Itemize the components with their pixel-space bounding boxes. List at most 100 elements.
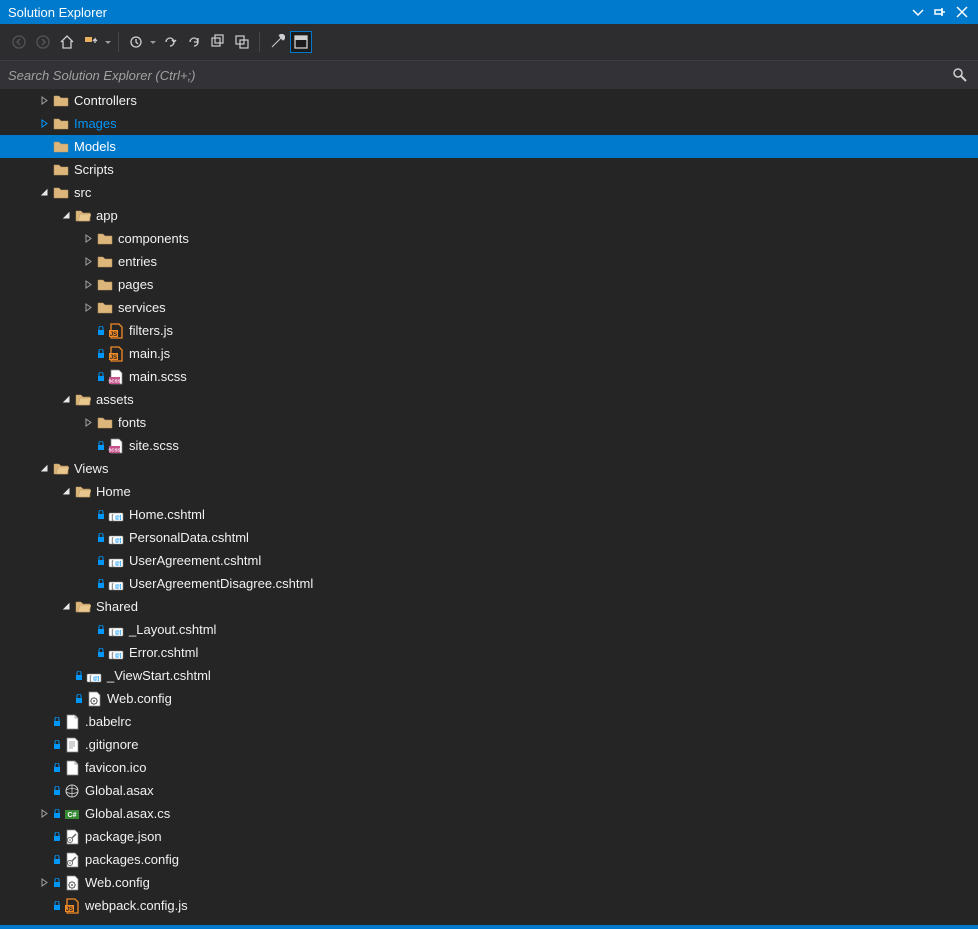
show-all-button[interactable] — [231, 31, 253, 53]
pending-dropdown[interactable] — [149, 41, 157, 44]
folder-o-icon — [74, 598, 92, 616]
tree-item[interactable]: [@] PersonalData.cshtml — [0, 526, 978, 549]
svg-text:@]: @] — [115, 584, 122, 590]
folder-icon — [96, 253, 114, 271]
tree-item[interactable]: SCSSsite.scss — [0, 434, 978, 457]
tree-item[interactable]: C#Global.asax.cs — [0, 802, 978, 825]
pending-button[interactable] — [125, 31, 147, 53]
tree-item[interactable]: fonts — [0, 411, 978, 434]
svg-text:JS: JS — [66, 907, 73, 913]
sync-button[interactable] — [80, 31, 102, 53]
tree-item[interactable]: JSwebpack.config.js — [0, 894, 978, 917]
tree-item[interactable]: components — [0, 227, 978, 250]
tree-item[interactable]: [@]Home.cshtml — [0, 503, 978, 526]
svg-text:[: [ — [90, 676, 92, 682]
tree-item[interactable]: Models — [0, 135, 978, 158]
lock-icon — [96, 370, 106, 384]
js-icon: JS — [63, 897, 81, 915]
tree-item[interactable]: Global.asax — [0, 779, 978, 802]
chevron-right-icon[interactable] — [80, 254, 96, 270]
tree-item[interactable]: entries — [0, 250, 978, 273]
tree-item-label: Views — [74, 461, 108, 476]
tree-item-label: Models — [74, 139, 116, 154]
forward-button[interactable] — [32, 31, 54, 53]
chevron-right-icon[interactable] — [36, 93, 52, 109]
tree-item-label: package.json — [85, 829, 162, 844]
sync-dropdown[interactable] — [104, 41, 112, 44]
svg-text:[: [ — [112, 630, 114, 636]
tree-item[interactable]: app — [0, 204, 978, 227]
tree-item[interactable]: favicon.ico — [0, 756, 978, 779]
lock-icon — [52, 830, 62, 844]
svg-text:[: [ — [112, 538, 114, 544]
chevron-down-icon[interactable] — [58, 392, 74, 408]
tree-item[interactable]: assets — [0, 388, 978, 411]
refresh-button[interactable] — [183, 31, 205, 53]
svg-text:@]: @] — [115, 538, 122, 544]
folder-icon — [96, 276, 114, 294]
close-icon[interactable] — [954, 4, 970, 20]
tree-item[interactable]: [@]UserAgreement.cshtml — [0, 549, 978, 572]
tree-item[interactable]: packages.config — [0, 848, 978, 871]
folder-icon — [52, 115, 70, 133]
lock-icon — [96, 347, 106, 361]
tree-item[interactable]: src — [0, 181, 978, 204]
tree-item[interactable]: Home — [0, 480, 978, 503]
folder-o-icon — [74, 391, 92, 409]
chevron-down-icon[interactable] — [58, 599, 74, 615]
tree-item-label: Home — [96, 484, 131, 499]
tree-item[interactable]: [@]UserAgreementDisagree.cshtml — [0, 572, 978, 595]
js-icon: JS — [107, 345, 125, 363]
home-button[interactable] — [56, 31, 78, 53]
tree-item[interactable]: [@]_Layout.cshtml — [0, 618, 978, 641]
dropdown-icon[interactable] — [910, 4, 926, 20]
tree-item[interactable]: Views — [0, 457, 978, 480]
chevron-right-icon[interactable] — [80, 415, 96, 431]
tree-item[interactable]: Scripts — [0, 158, 978, 181]
tree-item[interactable]: [@]Error.cshtml — [0, 641, 978, 664]
tree-item[interactable]: Controllers — [0, 89, 978, 112]
properties-button[interactable] — [266, 31, 288, 53]
tree-item[interactable]: package.json — [0, 825, 978, 848]
chevron-right-icon[interactable] — [36, 875, 52, 891]
tree-item[interactable]: .babelrc — [0, 710, 978, 733]
back-button[interactable] — [8, 31, 30, 53]
chevron-down-icon[interactable] — [36, 185, 52, 201]
panel-title: Solution Explorer — [8, 5, 910, 20]
tree-item[interactable]: JSfilters.js — [0, 319, 978, 342]
file-icon — [63, 759, 81, 777]
chevron-right-icon[interactable] — [80, 300, 96, 316]
svg-text:C#: C# — [68, 812, 77, 819]
tree-item-label: src — [74, 185, 91, 200]
tree-item[interactable]: Web.config — [0, 871, 978, 894]
solution-tree[interactable]: ControllersImages Models Scripts src appcomp… — [0, 89, 978, 925]
tree-item[interactable]: .gitignore — [0, 733, 978, 756]
pin-icon[interactable] — [932, 4, 948, 20]
json-icon — [63, 851, 81, 869]
chevron-right-icon[interactable] — [36, 806, 52, 822]
undo-button[interactable] — [159, 31, 181, 53]
search-icon[interactable] — [950, 65, 970, 85]
preview-button[interactable] — [290, 31, 312, 53]
search-input[interactable] — [8, 68, 950, 83]
tree-item[interactable]: JSmain.js — [0, 342, 978, 365]
tree-item-label: PersonalData.cshtml — [129, 530, 249, 545]
tree-item[interactable]: Shared — [0, 595, 978, 618]
js-icon: JS — [107, 322, 125, 340]
chevron-right-icon[interactable] — [80, 277, 96, 293]
chevron-down-icon[interactable] — [36, 461, 52, 477]
collapse-all-button[interactable] — [207, 31, 229, 53]
tree-item[interactable]: SCSSmain.scss — [0, 365, 978, 388]
chevron-right-icon[interactable] — [80, 231, 96, 247]
tree-item[interactable]: pages — [0, 273, 978, 296]
chevron-down-icon[interactable] — [58, 484, 74, 500]
chevron-down-icon[interactable] — [58, 208, 74, 224]
tree-item-label: _Layout.cshtml — [129, 622, 216, 637]
cshtml-icon: [@] — [107, 575, 125, 593]
cshtml-icon: [@] — [107, 552, 125, 570]
tree-item[interactable]: Web.config — [0, 687, 978, 710]
chevron-right-icon[interactable] — [36, 116, 52, 132]
tree-item[interactable]: [@]_ViewStart.cshtml — [0, 664, 978, 687]
tree-item[interactable]: services — [0, 296, 978, 319]
tree-item[interactable]: Images — [0, 112, 978, 135]
